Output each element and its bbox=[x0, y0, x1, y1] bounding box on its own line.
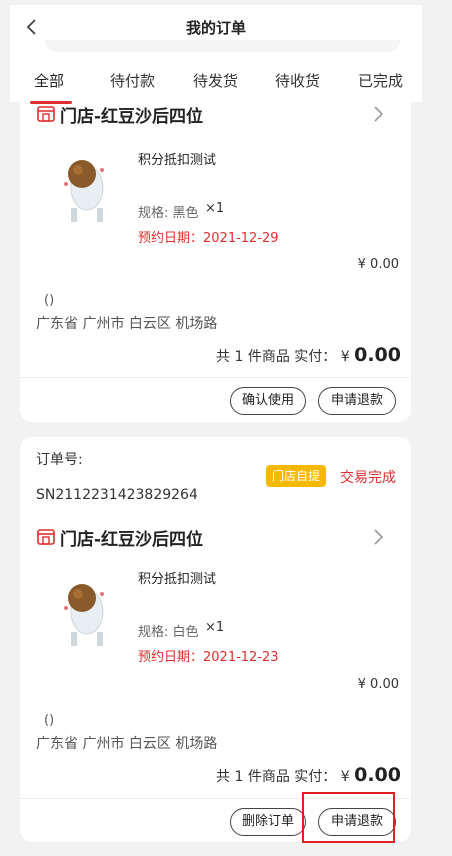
reservation-date: 预约日期：2021-12-29 bbox=[138, 231, 279, 246]
tab-pending-shipment[interactable]: 待发货 bbox=[193, 70, 238, 91]
order-card[interactable]: 门店-红豆沙后四位 积分抵扣测试 规格: 黑色 ×1 预约日期：2021-12-… bbox=[20, 90, 411, 422]
nav-bar: 我的订单 bbox=[10, 5, 422, 52]
delete-order-button[interactable]: 删除订单 bbox=[230, 808, 306, 836]
total-prefix: 共 1 件商品 实付： bbox=[216, 769, 337, 785]
tab-completed[interactable]: 已完成 bbox=[358, 70, 403, 91]
highlight-box bbox=[302, 792, 395, 843]
order-card[interactable]: 订单号: 门店自提 交易完成 SN2112231423829264 门店-红豆沙… bbox=[20, 437, 411, 842]
total-prefix: 共 1 件商品 实付： bbox=[216, 349, 337, 365]
order-status: 交易完成 bbox=[340, 470, 396, 486]
store-name: 门店-红豆沙后四位 bbox=[60, 530, 204, 550]
recipient-name: () bbox=[44, 293, 55, 308]
page-title: 我的订单 bbox=[185, 19, 246, 37]
product-name: 积分抵扣测试 bbox=[138, 153, 217, 168]
order-number: SN2112231423829264 bbox=[36, 487, 198, 503]
store-row[interactable]: 门店-红豆沙后四位 bbox=[20, 100, 411, 130]
tab-pending-receipt[interactable]: 待收货 bbox=[275, 70, 320, 91]
store-icon bbox=[36, 527, 56, 547]
total-currency: ¥ bbox=[340, 349, 350, 365]
store-name: 门店-红豆沙后四位 bbox=[60, 107, 204, 127]
product-quantity: ×1 bbox=[205, 620, 225, 635]
chevron-right-icon[interactable] bbox=[371, 527, 387, 547]
product-image[interactable] bbox=[44, 140, 130, 226]
total-amount: 0.00 bbox=[354, 344, 401, 366]
tab-all[interactable]: 全部 bbox=[34, 70, 64, 91]
active-tab-indicator bbox=[30, 101, 72, 104]
store-row[interactable]: 门店-红豆沙后四位 bbox=[20, 523, 411, 553]
total-amount: 0.00 bbox=[354, 764, 401, 786]
pickup-address: 广东省 广州市 白云区 机场路 bbox=[36, 316, 218, 332]
product-image[interactable] bbox=[44, 564, 130, 650]
request-refund-button[interactable]: 申请退款 bbox=[318, 387, 396, 415]
total-currency: ¥ bbox=[340, 769, 350, 785]
recipient-name: () bbox=[44, 713, 55, 728]
store-icon bbox=[36, 104, 56, 124]
search-bar-edge bbox=[45, 40, 400, 52]
order-total: 共 1 件商品 实付： ¥ 0.00 bbox=[216, 764, 401, 786]
order-total: 共 1 件商品 实付： ¥ 0.00 bbox=[216, 344, 401, 366]
divider bbox=[20, 377, 411, 378]
product-price: ¥ 0.00 bbox=[357, 257, 399, 272]
product-price: ¥ 0.00 bbox=[357, 677, 399, 692]
chevron-right-icon[interactable] bbox=[371, 104, 387, 124]
reservation-date: 预约日期：2021-12-23 bbox=[138, 650, 279, 665]
pickup-address: 广东省 广州市 白云区 机场路 bbox=[36, 736, 218, 752]
confirm-use-button[interactable]: 确认使用 bbox=[230, 387, 306, 415]
product-spec: 规格: 白色 bbox=[138, 625, 199, 640]
order-number-label: 订单号: bbox=[36, 452, 83, 468]
product-spec: 规格: 黑色 bbox=[138, 206, 199, 221]
order-status-tabs: 全部 待付款 待发货 待收货 已完成 bbox=[10, 65, 422, 104]
store-pickup-badge: 门店自提 bbox=[266, 465, 327, 487]
product-quantity: ×1 bbox=[205, 201, 225, 216]
product-name: 积分抵扣测试 bbox=[138, 572, 217, 587]
tab-pending-payment[interactable]: 待付款 bbox=[110, 70, 155, 91]
order-list-header: 我的订单 全部 待付款 待发货 待收货 已完成 bbox=[10, 5, 422, 104]
